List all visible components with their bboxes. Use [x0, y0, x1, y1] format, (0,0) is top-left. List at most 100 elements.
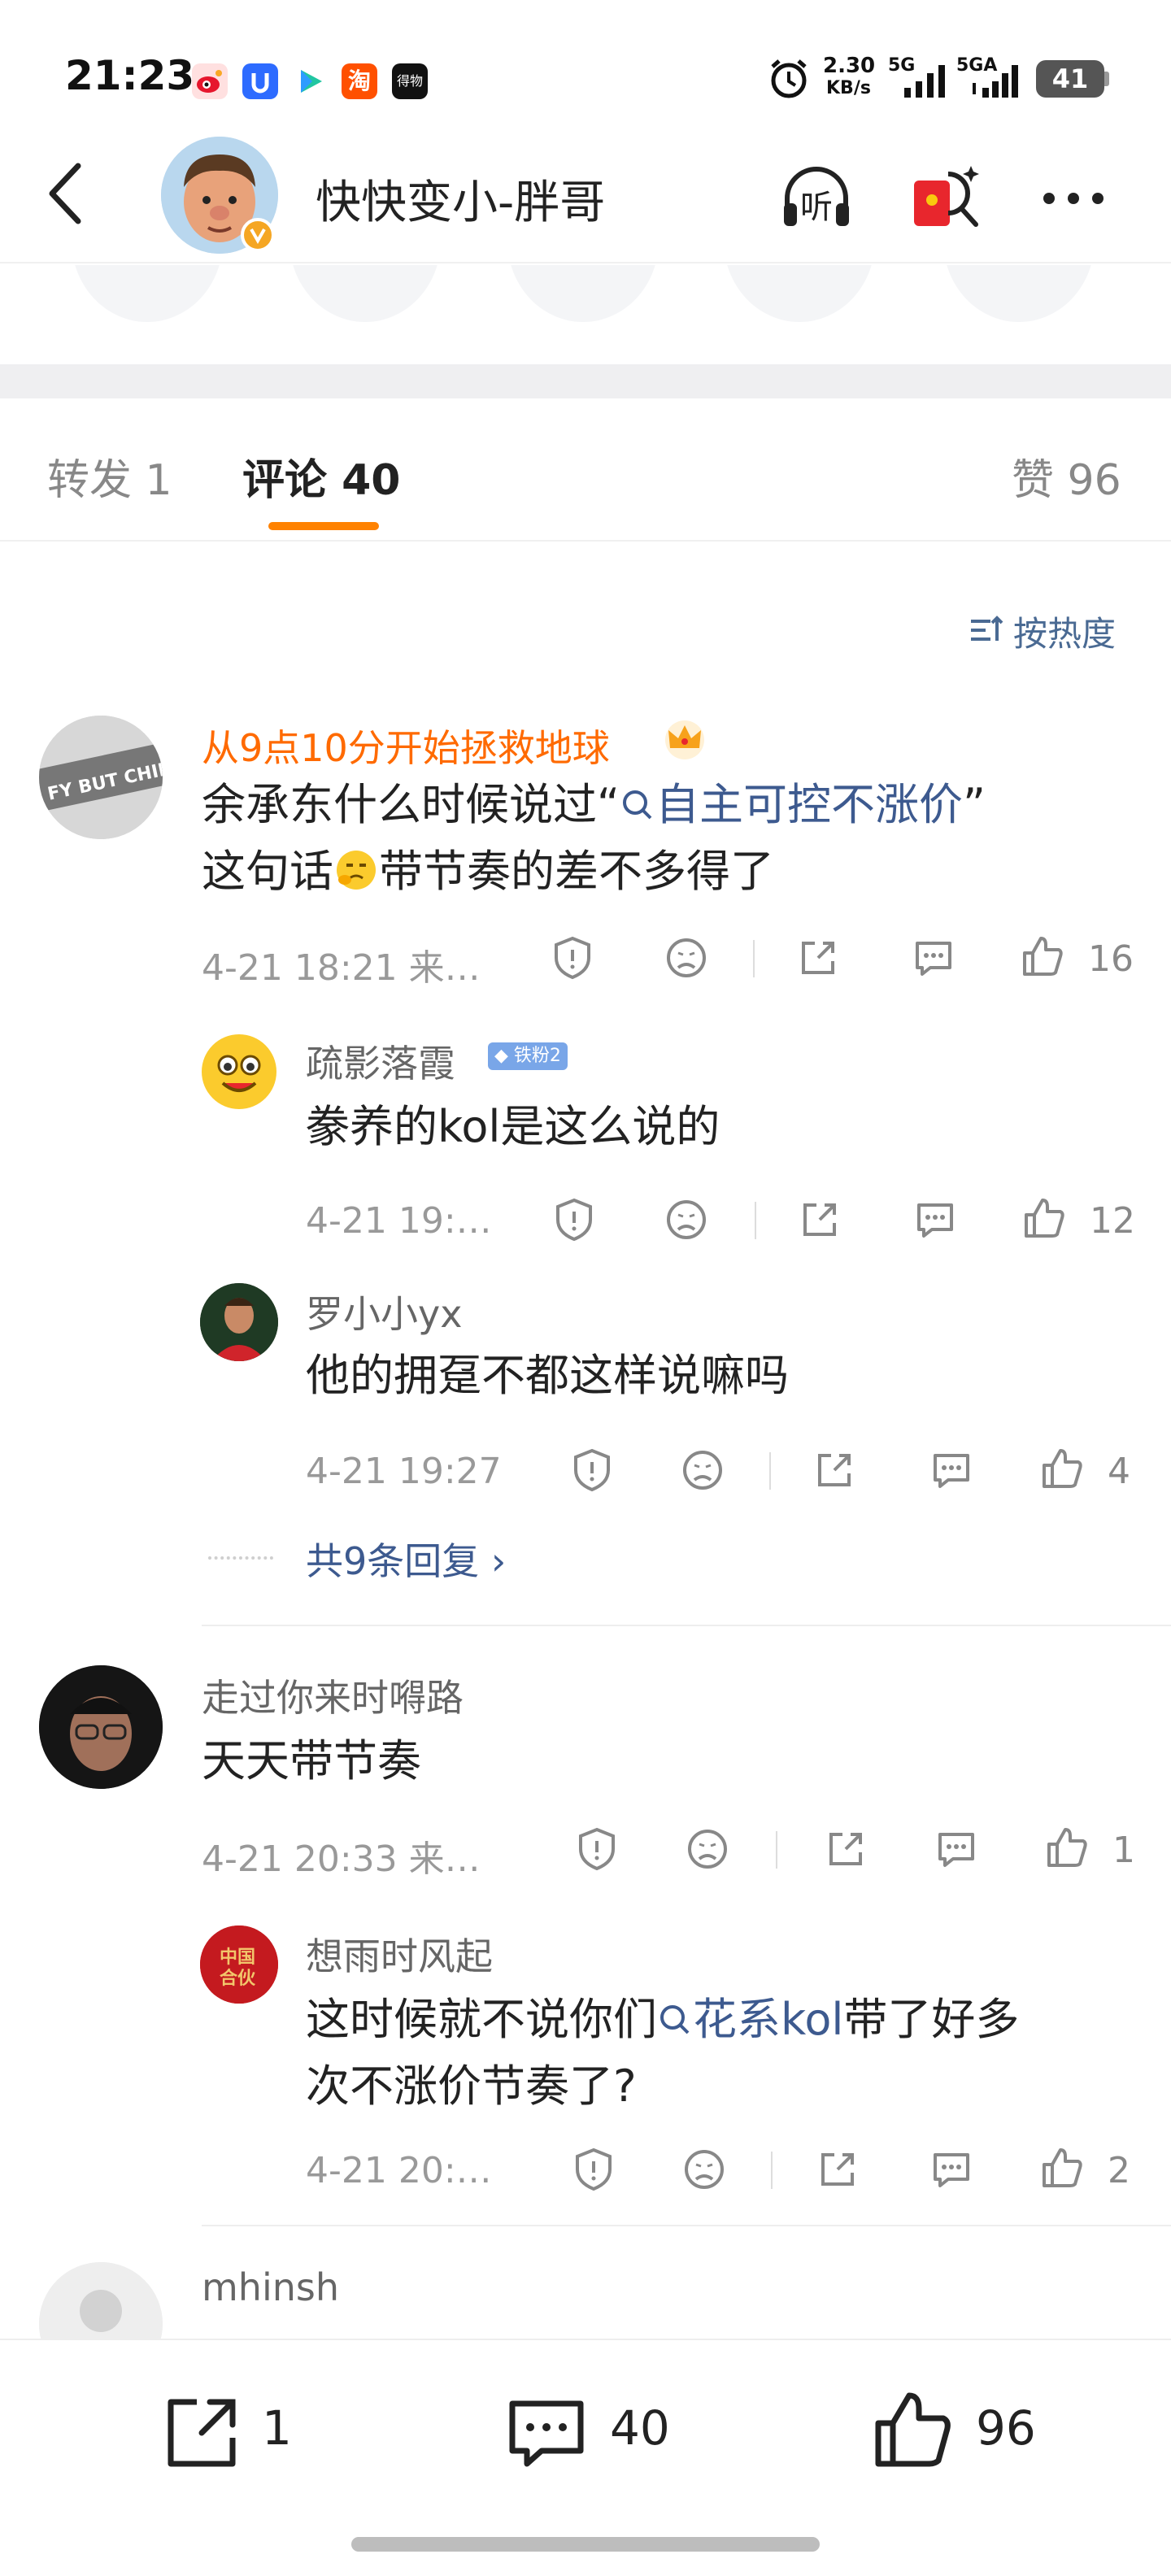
- network-speed-value: 2.30: [823, 54, 876, 78]
- reply-icon[interactable]: [927, 2145, 976, 2194]
- search-topic-link[interactable]: 自主可控不涨价: [620, 779, 963, 830]
- status-time: 21:23: [65, 52, 195, 99]
- sort-label[interactable]: 按热度: [1013, 607, 1116, 656]
- tab-active-indicator: [268, 522, 379, 530]
- reply-time: 4-21 20:…: [306, 2150, 492, 2191]
- action-separator: [769, 1452, 771, 1490]
- like-count: 16: [1088, 938, 1134, 980]
- like-icon[interactable]: [1043, 1823, 1091, 1872]
- share-icon[interactable]: [821, 1825, 870, 1873]
- action-separator: [776, 1831, 777, 1869]
- comment-text: 余承东什么时候说过“: [202, 779, 620, 830]
- tab-likes[interactable]: 赞 96: [1012, 446, 1121, 507]
- reply-icon[interactable]: [927, 1446, 976, 1495]
- reply-icon[interactable]: [932, 1825, 981, 1873]
- comment-time: 4-21 18:21 来…: [202, 947, 481, 989]
- reply-text-line1: 这时候就不说你们 花系kol带了好多: [306, 1987, 1019, 2052]
- reply-text-end: 带了好多: [843, 1994, 1020, 2045]
- reply-username[interactable]: 罗小小yx: [306, 1285, 462, 1338]
- share-icon[interactable]: [794, 933, 842, 982]
- comment-divider: [202, 2225, 1171, 2226]
- comment-text-line1: 余承东什么时候说过“ 自主可控不涨价”: [202, 772, 986, 838]
- svg-text:中国: 中国: [220, 1947, 255, 1968]
- reply-time: 4-21 19:…: [306, 1200, 492, 1242]
- like-icon[interactable]: [1038, 1444, 1086, 1493]
- reply-icon[interactable]: [911, 1195, 960, 1244]
- report-icon[interactable]: [569, 2145, 618, 2194]
- reply-avatar[interactable]: [200, 1283, 278, 1361]
- like-count[interactable]: 96: [976, 2400, 1036, 2456]
- reply-time: 4-21 19:27: [306, 1451, 502, 1492]
- comment-icon[interactable]: [504, 2391, 589, 2475]
- search-icon: [620, 776, 655, 820]
- action-separator: [755, 1202, 756, 1239]
- comment-text-2: 这句话: [202, 846, 333, 897]
- thinking-emoji-icon: [333, 846, 379, 891]
- reply-avatar[interactable]: [200, 1033, 278, 1111]
- like-icon[interactable]: [868, 2386, 958, 2475]
- repost-icon[interactable]: [159, 2391, 244, 2475]
- reply-text: 他的拥趸不都这样说嘛吗: [306, 1350, 789, 1401]
- red-packet-icon[interactable]: [908, 159, 986, 237]
- taobao-icon: 淘: [342, 63, 377, 99]
- tab-comments[interactable]: 评论 40: [242, 446, 400, 507]
- reply-username[interactable]: 想雨时风起: [306, 1927, 493, 1981]
- reply-avatar[interactable]: 中国 合伙: [200, 1925, 278, 2004]
- comment-avatar[interactable]: FY BUT CHILL: [39, 716, 163, 839]
- dislike-face-icon[interactable]: [680, 2145, 729, 2194]
- like-icon[interactable]: [1020, 1194, 1069, 1242]
- reply-text: 豢养的kol是这么说的: [306, 1101, 720, 1152]
- sort-icon[interactable]: [968, 611, 1005, 649]
- comment-count[interactable]: 40: [610, 2400, 670, 2456]
- report-icon[interactable]: [572, 1825, 621, 1873]
- action-separator: [771, 2152, 773, 2189]
- more-replies-label[interactable]: 共9条回复: [306, 1539, 479, 1583]
- reply-username[interactable]: 疏影落霞: [306, 1034, 455, 1088]
- like-icon[interactable]: [1018, 932, 1067, 981]
- reply-icon[interactable]: [909, 933, 958, 982]
- comment-avatar[interactable]: [39, 1665, 163, 1789]
- comment-username[interactable]: 走过你来时嘚路: [202, 1669, 464, 1722]
- comment-username[interactable]: 从9点10分开始拯救地球: [202, 719, 610, 772]
- report-icon[interactable]: [568, 1446, 616, 1495]
- like-count: 2: [1108, 2150, 1130, 2191]
- home-indicator[interactable]: [351, 2537, 820, 2552]
- header-title[interactable]: 快快变小-胖哥: [316, 166, 605, 232]
- like-count: 1: [1112, 1830, 1135, 1871]
- battery-indicator: 41: [1036, 60, 1104, 98]
- header-divider: [0, 262, 1171, 263]
- reply-text: 这时候就不说你们: [306, 1994, 657, 2045]
- search-topic-link[interactable]: 花系kol: [657, 1994, 843, 2045]
- dislike-face-icon[interactable]: [678, 1446, 727, 1495]
- fan-badge-label: 铁粉2: [513, 1046, 561, 1066]
- search-topic-label[interactable]: 花系kol: [693, 1994, 843, 2045]
- repost-count[interactable]: 1: [262, 2400, 292, 2456]
- dislike-face-icon[interactable]: [683, 1825, 732, 1873]
- dewu-icon: 得物: [392, 63, 428, 99]
- crown-icon: [659, 712, 711, 764]
- chevron-right-icon: ›: [490, 1539, 507, 1583]
- comment-time: 4-21 20:33 来…: [202, 1838, 481, 1880]
- tab-repost[interactable]: 转发 1: [47, 446, 172, 507]
- signal-icon-2: [971, 65, 1020, 102]
- fan-badge: ◆ 铁粉2: [488, 1042, 568, 1070]
- tab-divider: [0, 540, 1171, 542]
- comment-username[interactable]: mhinsh: [202, 2265, 339, 2309]
- search-topic-label[interactable]: 自主可控不涨价: [655, 779, 963, 830]
- share-icon[interactable]: [795, 1195, 844, 1244]
- back-icon[interactable]: [42, 161, 88, 226]
- report-icon[interactable]: [550, 1195, 599, 1244]
- battery-tip: [1104, 72, 1109, 86]
- dislike-face-icon[interactable]: [662, 1195, 711, 1244]
- signal-icon: [903, 65, 948, 102]
- report-icon[interactable]: [548, 933, 597, 982]
- listen-icon[interactable]: 听: [777, 159, 855, 237]
- play-icon: [293, 63, 329, 99]
- share-icon[interactable]: [813, 2145, 862, 2194]
- share-icon[interactable]: [810, 1446, 859, 1495]
- like-icon[interactable]: [1038, 2143, 1086, 2192]
- dislike-face-icon[interactable]: [662, 933, 711, 982]
- reply-text-line2: 次不涨价节奏了?: [306, 2060, 637, 2112]
- more-icon[interactable]: [1034, 159, 1112, 237]
- more-replies-link[interactable]: 共9条回复 ›: [306, 1532, 506, 1586]
